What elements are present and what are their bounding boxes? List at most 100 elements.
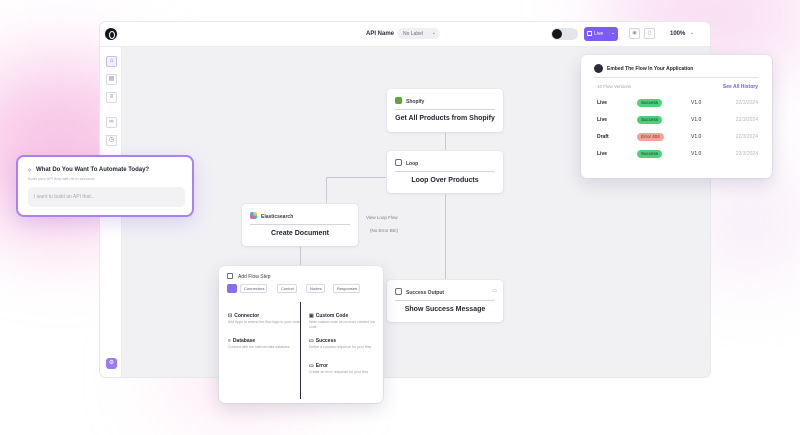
create-document-node[interactable]: Elasticsearch Create Document (242, 204, 358, 246)
date: 22/3/2024 (735, 134, 758, 140)
loop-icon (395, 159, 402, 166)
version: V1.0 (691, 151, 702, 157)
app-logo[interactable] (105, 28, 117, 40)
bookmark-icon[interactable]: ▯ (644, 28, 655, 39)
chevron-down-icon: ⌄ (610, 30, 615, 36)
node-divider (395, 109, 495, 110)
zoom-level[interactable]: 100% (670, 31, 685, 37)
live-button[interactable]: Live ⌄ (584, 27, 618, 41)
step-name-text: Custom Code (315, 313, 349, 319)
see-all-history-link[interactable]: See All History (723, 84, 758, 90)
version-count: 10 Flow Versions (597, 84, 632, 89)
add-step-icon (227, 273, 233, 279)
node-type: Shopify (406, 99, 425, 105)
step-desc: Define a success response for your flow (309, 345, 372, 349)
tab-control[interactable]: Control (277, 284, 297, 293)
tab-all[interactable] (227, 284, 237, 293)
node-header: Shopify (395, 97, 424, 105)
plug-icon: ⊡ (228, 313, 233, 319)
tab-responses[interactable]: Responses (333, 284, 361, 293)
monitor-icon: ▭ (309, 363, 314, 369)
node-header: Elasticsearch (250, 212, 293, 220)
node-divider (395, 171, 495, 172)
loop-node[interactable]: Loop Loop Over Products (387, 151, 503, 193)
history-row[interactable]: Draft Error 404 V1.0 22/3/2024 (597, 133, 758, 143)
elasticsearch-icon (250, 212, 257, 219)
history-row[interactable]: Live Success V1.0 22/3/2024 (597, 150, 758, 160)
history-row[interactable]: Live Success V1.0 22/3/2024 (597, 99, 758, 109)
history-icon[interactable]: ◷ (106, 135, 117, 146)
node-type: Elasticsearch (261, 214, 294, 220)
prompt-question: What Do You Want To Automate Today? (36, 167, 150, 173)
version: V1.0 (691, 117, 702, 123)
version: V1.0 (691, 100, 702, 106)
database-icon: ≡ (228, 338, 231, 344)
step-name-text: Success (315, 338, 337, 344)
node-type: Loop (406, 161, 419, 167)
step-name: ≡ Database (228, 338, 300, 344)
connector-line (445, 193, 446, 280)
chevron-down-icon: ⌄ (431, 30, 436, 36)
sparkle-icon: ✧ (27, 168, 33, 174)
label-select[interactable]: No Label ⌄ (397, 28, 440, 39)
date: 22/3/2024 (735, 151, 758, 157)
node-title: Get All Products from Shopify (395, 115, 495, 122)
step-name: ⊡ Connector (228, 313, 300, 319)
ai-prompt-card: ✧ What Do You Want To Automate Today? Bu… (16, 155, 194, 217)
monitor-icon: ▭ (309, 338, 314, 344)
tab-nodes[interactable]: Nodes (306, 284, 325, 293)
success-output-node[interactable]: Success Output ▭ Show Success Message (387, 280, 503, 322)
loop-flow-label[interactable]: View Loop Flow (366, 215, 398, 220)
api-name-label[interactable]: API Name (366, 31, 394, 37)
node-menu-icon[interactable]: ▭ (492, 288, 497, 294)
preview-icon[interactable]: ◉ (629, 28, 640, 39)
output-icon (395, 288, 402, 295)
step-name-text: Connector (234, 313, 260, 319)
connector-line (445, 132, 446, 150)
step-name-text: Error (315, 363, 328, 369)
date: 22/3/2024 (735, 117, 758, 123)
connector-line (326, 177, 327, 205)
live-button-label: Live (594, 31, 604, 37)
environment: Live (597, 117, 608, 123)
embed-icon (594, 64, 603, 73)
step-option-database[interactable]: ≡ Database Connect with the internal data… (228, 338, 300, 350)
loop-flow-sublabel: (No Error Btn) (370, 228, 399, 233)
theme-toggle[interactable] (551, 28, 578, 40)
history-row[interactable]: Live Success V1.0 22/3/2024 (597, 116, 758, 126)
flow-history-card: Embed The Flow In Your Application 10 Fl… (581, 55, 772, 178)
link-icon[interactable]: ∞ (106, 117, 117, 128)
shopify-node[interactable]: Shopify Get All Products from Shopify (387, 89, 503, 132)
step-option-success[interactable]: ▭ Success Define a success response for y… (309, 338, 381, 350)
step-name: ▣ Custom Code (309, 313, 381, 319)
node-title: Create Document (271, 230, 329, 237)
step-name: ▭ Error (309, 363, 381, 369)
step-tabs: Connectors Control Nodes Responses (227, 284, 375, 294)
settings-icon[interactable]: ⚙ (106, 358, 117, 369)
prompt-subtitle: Build your API flow with AI in seconds (28, 176, 95, 181)
history-divider (594, 77, 759, 78)
add-flow-step-panel: Add Flow Step Connectors Control Nodes R… (219, 266, 383, 403)
prompt-input[interactable] (28, 187, 185, 207)
chevron-down-icon[interactable]: ⌄ (690, 30, 694, 36)
deploy-icon (587, 31, 592, 36)
status-badge: Error 404 (637, 133, 664, 141)
column-divider (300, 302, 301, 399)
step-option-error[interactable]: ▭ Error Create an error response for your… (309, 363, 381, 375)
step-desc: Write custom code as no more needed low … (309, 320, 376, 329)
node-header: Loop (395, 159, 418, 167)
file-icon[interactable]: ▤ (106, 74, 117, 85)
connector-line (300, 246, 301, 266)
node-divider (395, 300, 495, 301)
tab-connectors[interactable]: Connectors (240, 284, 268, 293)
add-step-title: Add Flow Step (238, 274, 271, 280)
step-option-connector[interactable]: ⊡ Connector Add Apps to extend the flow l… (228, 313, 300, 325)
environment: Live (597, 151, 608, 157)
node-title: Loop Over Products (411, 177, 479, 184)
status-badge: Success (637, 99, 663, 107)
step-option-custom-code[interactable]: ▣ Custom Code Write custom code as no mor… (309, 313, 381, 329)
home-icon[interactable]: ⌂ (106, 56, 117, 67)
environment: Draft (597, 134, 609, 140)
label-select-value: No Label (403, 31, 424, 37)
database-icon[interactable]: ≡ (106, 92, 117, 103)
